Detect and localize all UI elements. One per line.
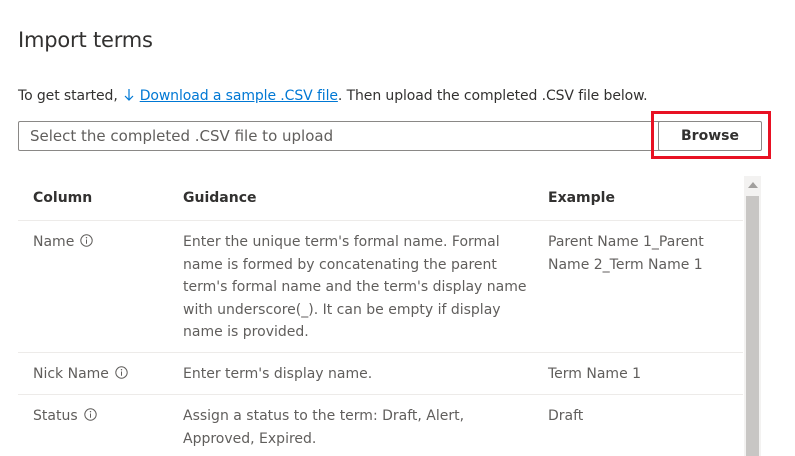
intro-text: To get started, Download a sample .CSV fi… bbox=[18, 88, 648, 104]
header-column: Column bbox=[18, 176, 168, 221]
info-icon[interactable] bbox=[80, 232, 94, 255]
guidance-table-container: Column Guidance Example Name Enter the u… bbox=[18, 176, 763, 456]
page-title: Import terms bbox=[18, 28, 153, 52]
table-row: Nick Name Enter term's display name. Ter… bbox=[18, 352, 743, 395]
table-scrollbar[interactable] bbox=[744, 176, 761, 456]
row-guidance: Enter term's display name. bbox=[168, 352, 530, 395]
download-sample-link[interactable]: Download a sample .CSV file bbox=[140, 88, 338, 104]
intro-lead: To get started, bbox=[18, 88, 118, 104]
scroll-up-arrow-icon[interactable] bbox=[748, 182, 758, 188]
info-icon[interactable] bbox=[115, 364, 128, 387]
intro-tail: . Then upload the completed .CSV file be… bbox=[337, 88, 648, 104]
row-column-name: Name bbox=[33, 234, 75, 250]
guidance-table: Column Guidance Example Name Enter the u… bbox=[18, 176, 743, 456]
header-example: Example bbox=[530, 176, 743, 221]
row-guidance: Assign a status to the term: Draft, Aler… bbox=[168, 394, 530, 456]
scroll-thumb[interactable] bbox=[746, 196, 759, 456]
download-icon[interactable] bbox=[124, 88, 134, 104]
row-column-name: Status bbox=[33, 408, 78, 424]
row-column-name: Nick Name bbox=[33, 365, 109, 382]
row-example: Parent Name 1_Parent Name 2_Term Name 1 bbox=[530, 220, 743, 353]
info-icon[interactable] bbox=[83, 406, 97, 429]
table-row: Name Enter the unique term's formal name… bbox=[18, 220, 743, 353]
header-guidance: Guidance bbox=[168, 176, 530, 221]
row-example: Term Name 1 bbox=[530, 352, 743, 395]
file-upload-row: Browse bbox=[18, 121, 763, 151]
row-guidance: Enter the unique term's formal name. For… bbox=[168, 220, 530, 353]
table-header-row: Column Guidance Example bbox=[18, 176, 743, 221]
file-path-input[interactable] bbox=[18, 121, 667, 151]
table-row: Status Assign a status to the term: Draf… bbox=[18, 394, 743, 456]
row-example: Draft bbox=[530, 394, 743, 456]
browse-button[interactable]: Browse bbox=[658, 121, 762, 151]
